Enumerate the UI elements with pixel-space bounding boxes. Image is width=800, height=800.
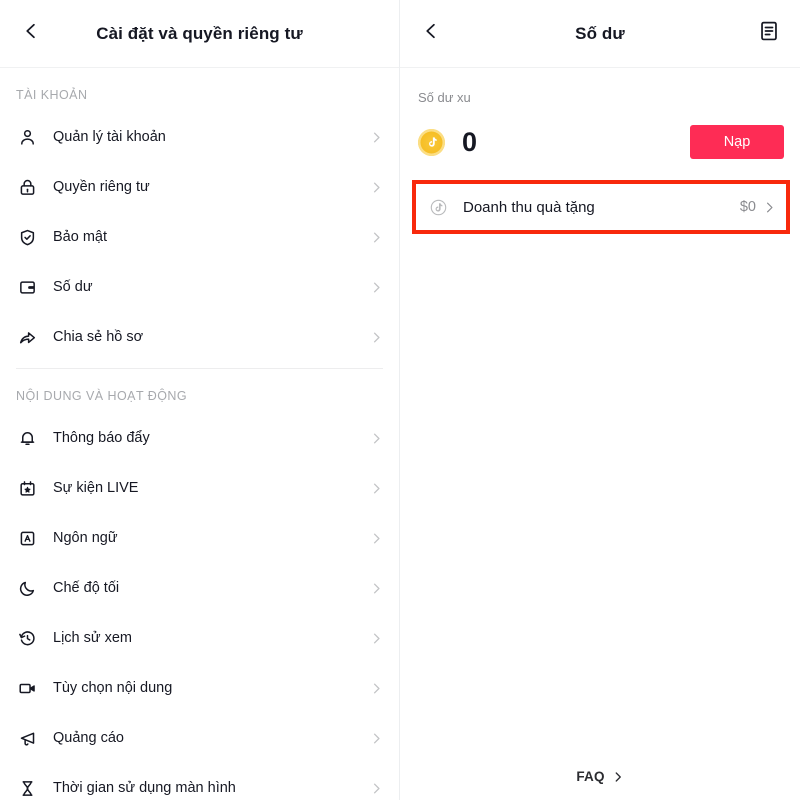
sidebar-item-watch-history[interactable]: Lịch sử xem	[0, 613, 399, 663]
lock-icon	[16, 176, 38, 198]
chevron-right-icon	[370, 732, 383, 745]
chevron-right-icon	[370, 131, 383, 144]
chevron-right-icon	[612, 771, 624, 783]
sidebar-item-dark-mode[interactable]: Chế độ tối	[0, 563, 399, 613]
sidebar-item-label: Thời gian sử dụng màn hình	[53, 780, 236, 796]
page-title-balance: Số dư	[575, 23, 625, 43]
coin-balance-row: 0 Nạp	[400, 105, 800, 163]
sidebar-item-label: Tùy chọn nội dung	[53, 680, 173, 696]
video-camera-icon	[16, 677, 38, 699]
settings-header: Cài đặt và quyền riêng tư	[0, 0, 399, 68]
app-screen: Cài đặt và quyền riêng tư TÀI KHOẢN Quản…	[0, 0, 800, 800]
chevron-right-icon	[370, 432, 383, 445]
sidebar-item-push-notifications[interactable]: Thông báo đẩy	[0, 413, 399, 463]
hourglass-icon	[16, 777, 38, 799]
back-button-balance[interactable]	[416, 19, 446, 49]
chevron-right-icon	[370, 231, 383, 244]
gift-revenue-highlight: Doanh thu quà tặng $0	[412, 180, 790, 234]
gift-revenue-label: Doanh thu quà tặng	[463, 198, 595, 216]
tiktok-note-circle-icon	[428, 197, 448, 217]
chevron-right-icon	[370, 632, 383, 645]
sidebar-item-label: Quản lý tài khoản	[53, 129, 166, 145]
moon-icon	[16, 577, 38, 599]
coin-balance-amount: 0	[462, 126, 478, 157]
bell-icon	[16, 427, 38, 449]
faq-label: FAQ	[576, 769, 605, 784]
sidebar-item-label: Chia sẻ hồ sơ	[53, 329, 144, 345]
chevron-right-icon	[370, 181, 383, 194]
sidebar-item-label: Ngôn ngữ	[53, 530, 118, 546]
balance-panel: Số dư Số dư xu 0 Nạp Doanh thu quà tặng …	[400, 0, 800, 800]
sidebar-item-label: Sự kiện LIVE	[53, 480, 139, 496]
topup-button[interactable]: Nạp	[690, 125, 784, 159]
chevron-right-icon	[370, 331, 383, 344]
gift-revenue-value: $0	[739, 199, 756, 215]
sidebar-item-content-preferences[interactable]: Tùy chọn nội dung	[0, 663, 399, 713]
back-button-settings[interactable]	[16, 19, 46, 49]
section-label-account: TÀI KHOẢN	[16, 88, 88, 102]
sidebar-item-ads[interactable]: Quảng cáo	[0, 713, 399, 763]
sidebar-item-label: Thông báo đẩy	[53, 430, 150, 446]
chevron-right-icon	[370, 532, 383, 545]
sidebar-item-balance[interactable]: Số dư	[0, 262, 399, 312]
language-a-icon	[16, 527, 38, 549]
sidebar-item-share-profile[interactable]: Chia sẻ hồ sơ	[0, 312, 399, 362]
shield-check-icon	[16, 226, 38, 248]
sidebar-item-label: Quảng cáo	[53, 730, 124, 746]
document-list-icon	[758, 20, 780, 47]
sidebar-item-screen-time[interactable]: Thời gian sử dụng màn hình	[0, 763, 399, 800]
chevron-right-icon	[370, 281, 383, 294]
sidebar-item-language[interactable]: Ngôn ngữ	[0, 513, 399, 563]
transaction-history-button[interactable]	[754, 19, 784, 49]
chevron-right-icon	[370, 482, 383, 495]
sidebar-item-account-manage[interactable]: Quản lý tài khoản	[0, 112, 399, 162]
tiktok-coin-icon	[418, 128, 445, 156]
section-label-content: NỘI DUNG VÀ HOẠT ĐỘNG	[16, 389, 188, 403]
share-arrow-icon	[16, 326, 38, 348]
sidebar-item-label: Chế độ tối	[53, 580, 120, 596]
coin-balance-caption: Số dư xu	[418, 90, 471, 105]
sidebar-item-label: Bảo mật	[53, 229, 107, 245]
chevron-right-icon	[370, 582, 383, 595]
calendar-star-icon	[16, 477, 38, 499]
sidebar-item-label: Lịch sử xem	[53, 630, 133, 646]
page-title-settings: Cài đặt và quyền riêng tư	[96, 23, 303, 43]
sidebar-item-privacy[interactable]: Quyền riêng tư	[0, 162, 399, 212]
balance-header: Số dư	[400, 0, 800, 68]
sidebar-item-live-events[interactable]: Sự kiện LIVE	[0, 463, 399, 513]
wallet-icon	[16, 276, 38, 298]
chevron-right-icon	[370, 682, 383, 695]
sidebar-item-security[interactable]: Bảo mật	[0, 212, 399, 262]
settings-panel: Cài đặt và quyền riêng tư TÀI KHOẢN Quản…	[0, 0, 400, 800]
chevron-right-icon	[763, 201, 776, 214]
sidebar-item-label: Số dư	[53, 279, 93, 295]
history-clock-icon	[16, 627, 38, 649]
chevron-left-icon	[21, 21, 41, 46]
sidebar-item-label: Quyền riêng tư	[53, 179, 150, 195]
chevron-left-icon	[421, 21, 441, 46]
faq-link[interactable]: FAQ	[400, 769, 800, 784]
gift-revenue-row[interactable]: Doanh thu quà tặng $0	[416, 184, 786, 230]
megaphone-icon	[16, 727, 38, 749]
chevron-right-icon	[370, 782, 383, 795]
person-icon	[16, 126, 38, 148]
